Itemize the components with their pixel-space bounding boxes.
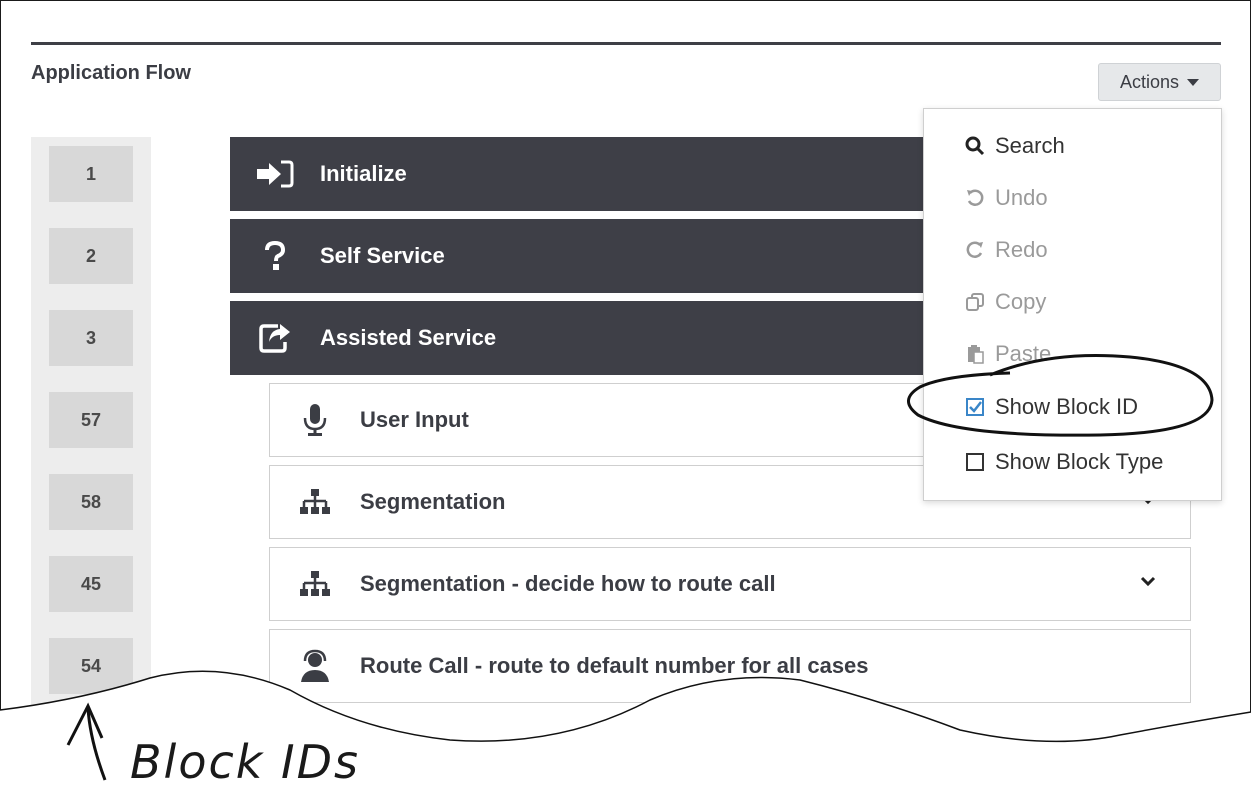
block-id: 58 [49,474,133,530]
block-label: Self Service [320,243,445,268]
actions-label: Actions [1119,71,1180,92]
menu-item-label: Copy [995,289,1047,314]
block-label: Initialize [320,161,407,186]
menu-item-label: Search [995,133,1065,158]
undo-icon [964,188,986,208]
menu-item-show-block-type[interactable]: Show Block Type [964,449,1163,475]
redo-icon [964,240,986,260]
sign-in-icon [230,159,320,189]
menu-item-undo[interactable]: Undo [964,185,1048,211]
block-id: 3 [49,310,133,366]
menu-item-label: Undo [995,185,1048,210]
question-icon [230,241,320,271]
annotation-ellipse [907,354,1214,437]
block-label: User Input [360,407,469,432]
block-label: Segmentation [360,489,506,514]
chevron-down-icon[interactable] [1140,574,1156,592]
copy-icon [964,292,986,312]
menu-item-label: Show Block Type [995,449,1164,474]
sitemap-icon [270,488,360,516]
flow-block-segmentation-route[interactable]: Segmentation - decide how to route call [269,547,1191,621]
sitemap-icon [270,570,360,598]
menu-item-search[interactable]: Search [964,133,1065,159]
block-label: Assisted Service [320,325,497,350]
block-id: 45 [49,556,133,612]
share-square-icon [230,322,320,354]
search-icon [964,136,986,156]
panel-title: Application Flow [31,62,191,84]
block-id: 1 [49,146,133,202]
caret-down-icon [1187,78,1200,86]
block-id: 57 [49,392,133,448]
block-id: 2 [49,228,133,284]
block-label: Segmentation - decide how to route call [360,571,776,596]
menu-item-redo[interactable]: Redo [964,237,1048,263]
checkbox-unchecked-icon[interactable] [964,453,986,471]
actions-dropdown-button[interactable]: Actions [1098,63,1221,101]
microphone-icon [270,403,360,437]
menu-item-copy[interactable]: Copy [964,289,1046,315]
annotation-block-ids: Block IDs [130,735,360,789]
annotation-arrow [66,702,107,781]
panel-top-border [31,42,1221,45]
menu-item-label: Redo [995,237,1048,262]
